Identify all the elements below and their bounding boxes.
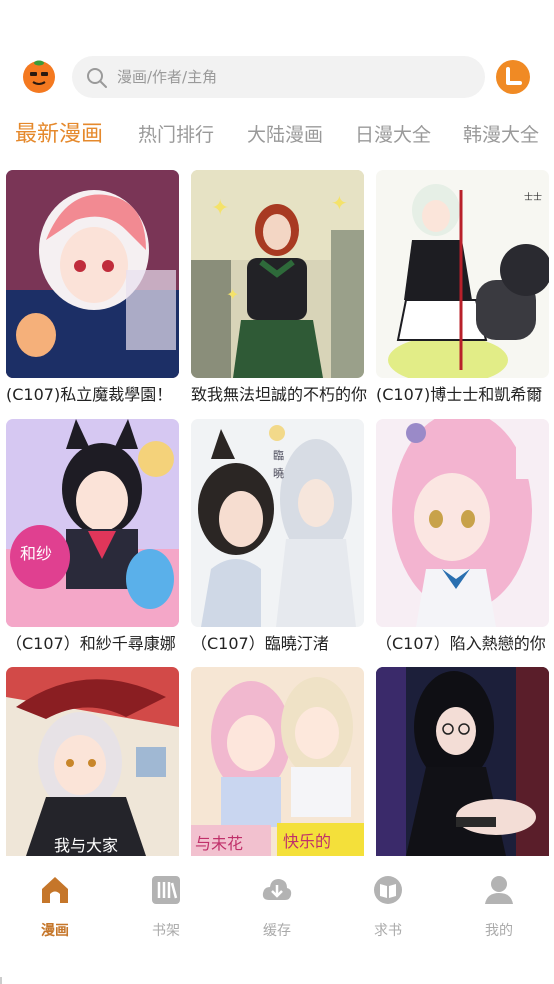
svg-text:快乐的: 快乐的 [283,832,331,851]
comic-cover[interactable]: 士士 [376,170,549,378]
comic-cover[interactable]: 与未花 快乐的 [191,667,364,856]
search-placeholder: 漫画/作者/主角 [117,68,218,86]
nav-label: 我的 [485,923,513,939]
nav-label: 漫画 [41,923,69,939]
comic-cover[interactable]: 和纱 [6,419,179,627]
svg-text:✦: ✦ [331,191,348,215]
nav-item-cache[interactable]: 缓存 [227,856,327,956]
comic-cover[interactable]: 臨 曉 [191,419,364,627]
svg-text:士士: 士士 [524,191,542,203]
edge-mark [0,972,4,984]
nav-label: 书架 [152,923,180,939]
nav-item-mine[interactable]: 我的 [449,856,549,956]
nav-label: 缓存 [263,923,291,939]
svg-text:✦: ✦ [226,285,239,304]
svg-text:曉: 曉 [273,467,284,480]
svg-text:臨: 臨 [273,449,284,462]
comic-cover[interactable]: ✦ ✦ ✦ [191,170,364,378]
comic-cover[interactable]: 我与大家 [6,667,179,856]
tab-mainland[interactable]: 大陆漫画 [247,118,323,152]
tab-latest[interactable]: 最新漫画 [15,118,103,152]
nav-item-request[interactable]: 求书 [338,856,438,956]
tab-korean[interactable]: 韩漫大全 [463,118,539,152]
svg-text:我与大家: 我与大家 [54,836,118,855]
orange-logo-icon[interactable] [21,58,57,94]
comic-title: 致我無法坦誠的不朽的你 [191,385,367,404]
comic-cover[interactable] [376,419,549,627]
tab-japanese[interactable]: 日漫大全 [355,118,431,152]
search-icon [87,68,107,88]
svg-text:与未花: 与未花 [195,834,243,853]
user-icon [485,876,513,904]
svg-text:✦: ✦ [211,196,229,221]
top-bar: 漫画/作者/主角 [0,54,554,100]
tab-hot-ranking[interactable]: 热门排行 [138,118,214,152]
nav-label: 求书 [374,923,402,939]
category-tabs: 最新漫画 热门排行 大陆漫画 日漫大全 韩漫大全 [0,118,554,152]
nav-item-bookshelf[interactable]: 书架 [116,856,216,956]
comic-title: （C107）陷入熱戀的你 [376,634,546,653]
bookshelf-icon [152,876,180,904]
comic-grid: (C107)私立魔裁學園！ ✦ ✦ ✦ 致我無法坦誠的不朽的你 士士 (C107… [0,170,554,856]
comic-cover[interactable] [6,170,179,378]
comic-title: (C107)博士士和凱希爾 [376,385,543,404]
book-request-icon [374,876,402,904]
search-bar[interactable]: 漫画/作者/主角 [72,56,485,98]
clock-icon[interactable] [496,60,530,94]
nav-item-comics[interactable]: 漫画 [5,856,105,956]
cloud-download-icon [262,879,292,900]
comic-cover[interactable] [376,667,549,856]
comic-title: （C107）和紗千尋康娜 [6,634,176,653]
bottom-nav: 漫画 书架 缓存 求书 我的 [0,856,554,956]
home-icon [42,877,68,903]
comic-title: (C107)私立魔裁學園！ [6,385,173,404]
svg-text:和纱: 和纱 [20,544,52,563]
comic-title: （C107）臨曉汀渚 [191,634,329,653]
